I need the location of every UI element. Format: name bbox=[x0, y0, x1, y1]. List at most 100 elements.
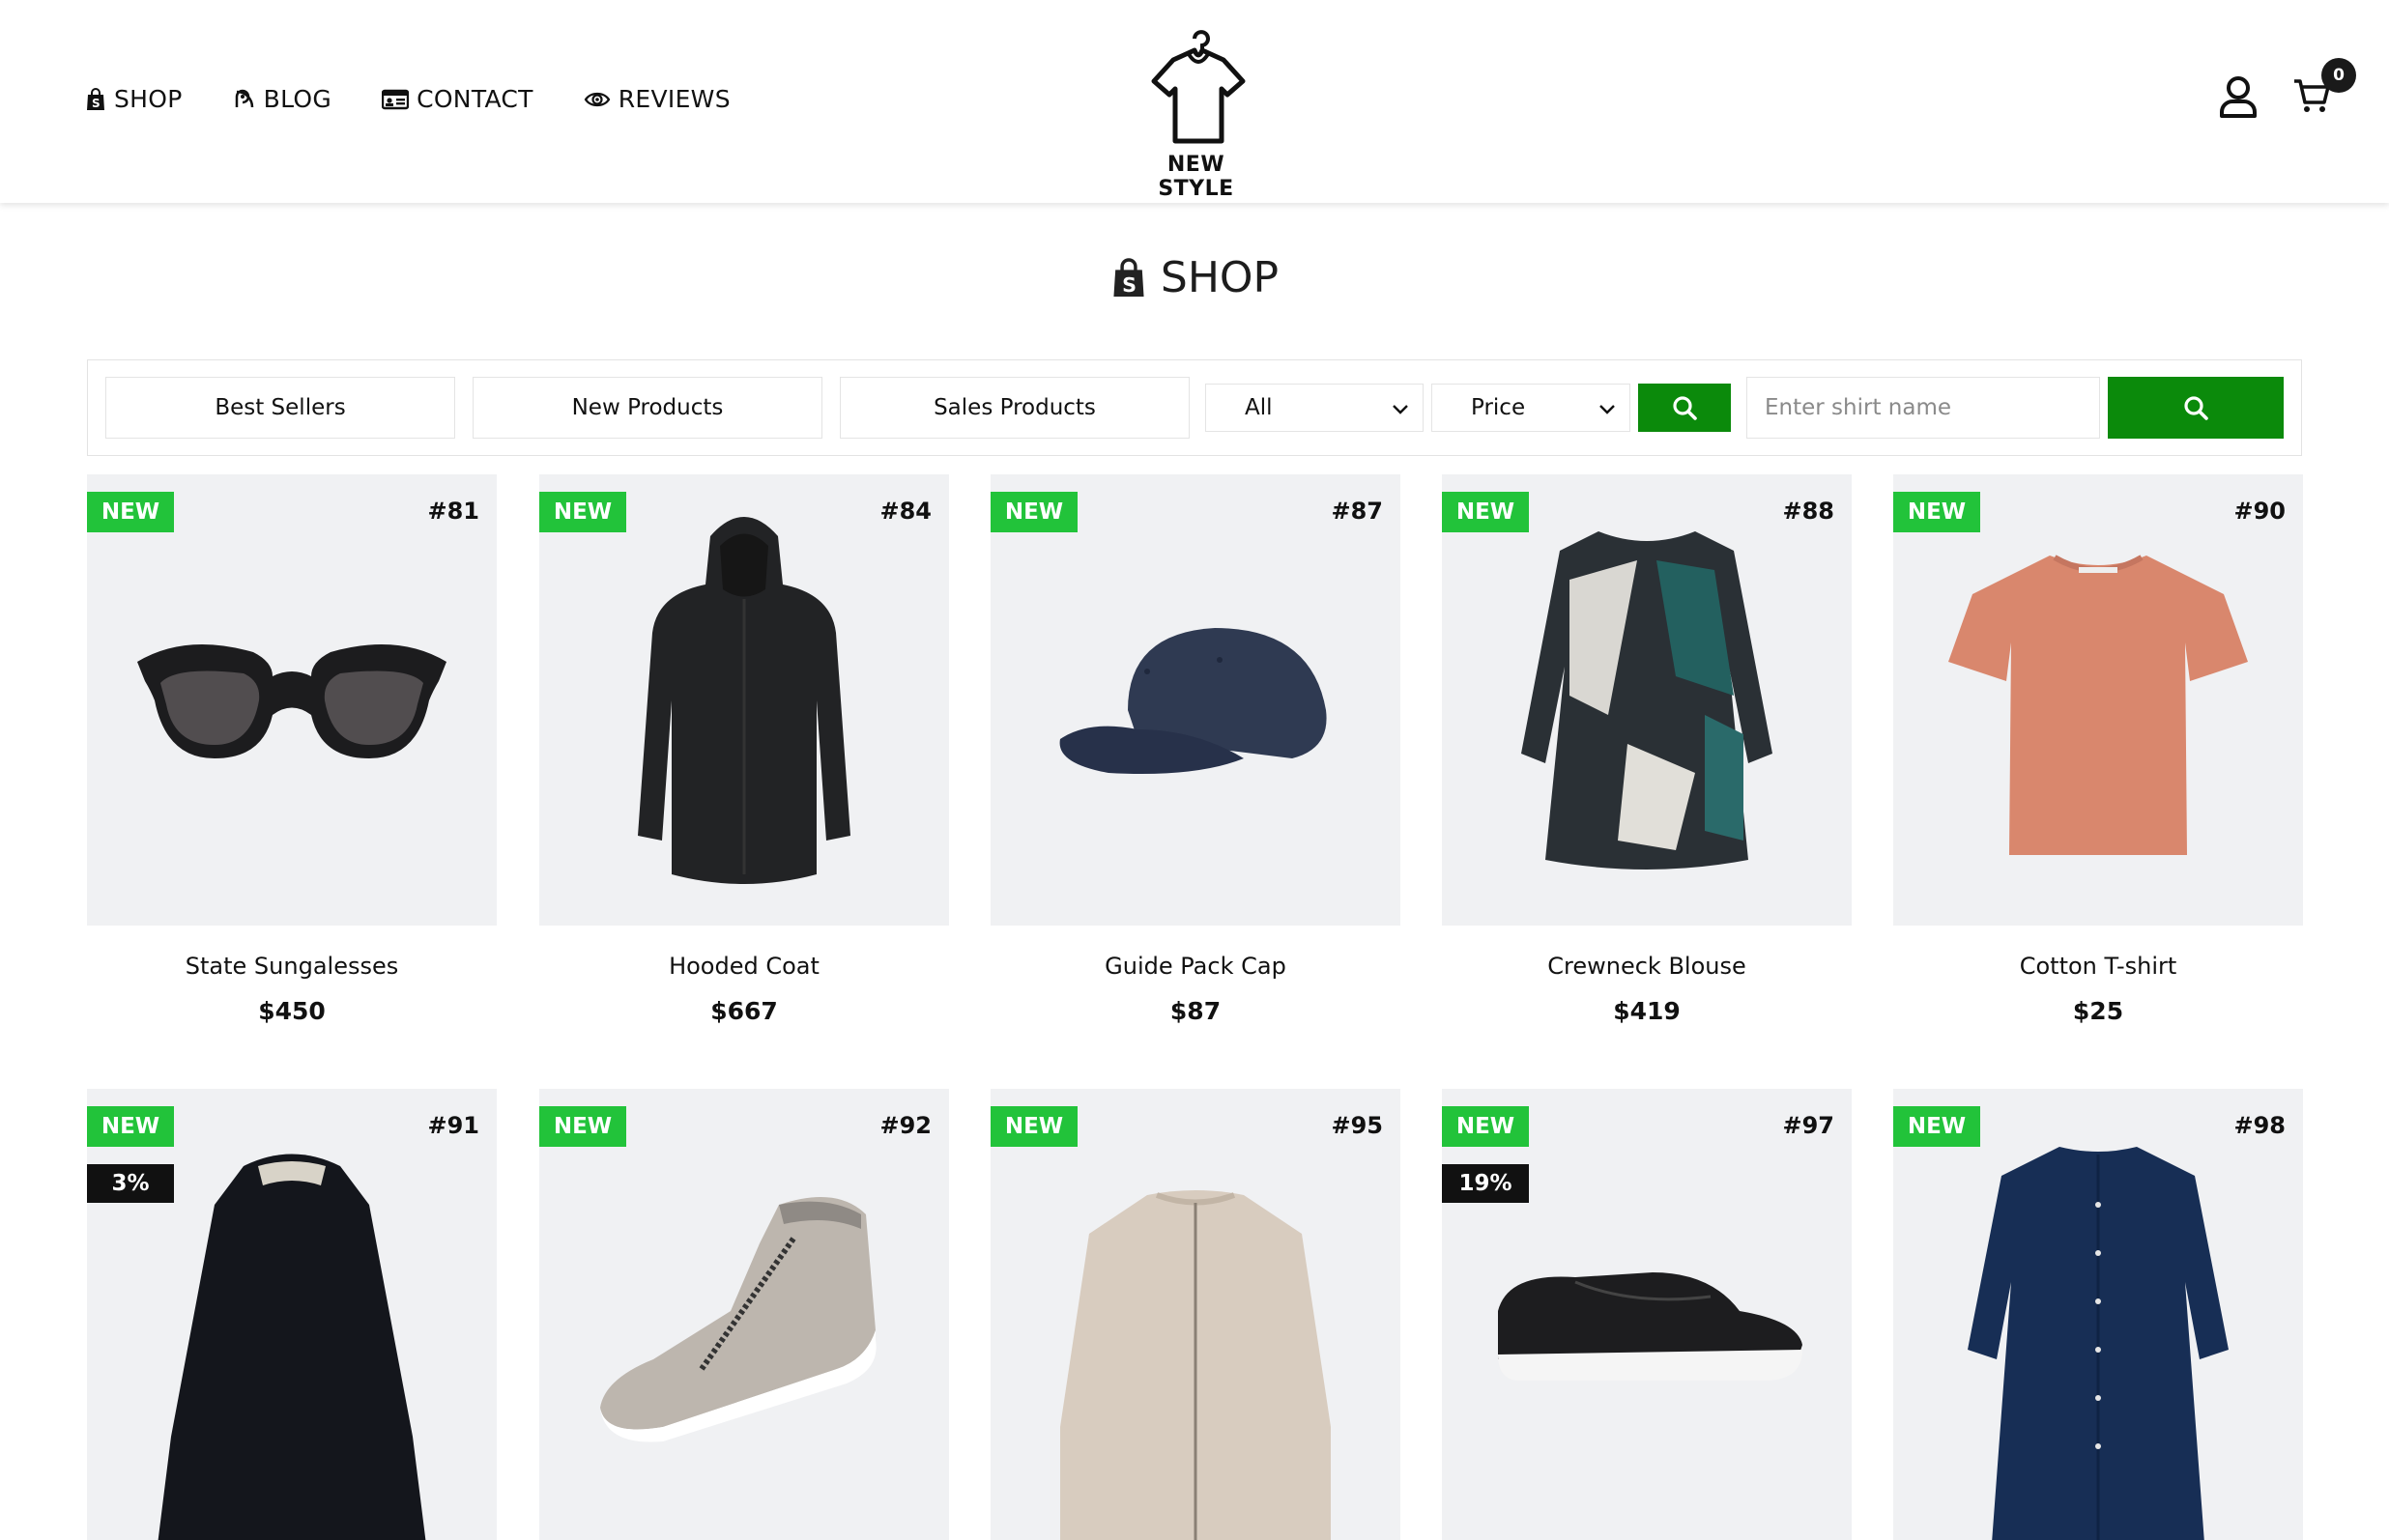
product-card[interactable]: NEW 3% #91 bbox=[87, 1089, 497, 1540]
shopify-bag-icon: S bbox=[1113, 257, 1144, 297]
filter-search-button[interactable] bbox=[1638, 384, 1731, 432]
sunglasses-image bbox=[137, 643, 446, 758]
hanger-shirt-icon bbox=[1151, 30, 1245, 144]
nav-blog[interactable]: BLOG bbox=[233, 85, 331, 113]
product-id: #81 bbox=[427, 498, 479, 525]
product-image-area[interactable]: NEW #95 bbox=[991, 1089, 1400, 1540]
product-price: $87 bbox=[1169, 997, 1222, 1025]
nav-contact[interactable]: CONTACT bbox=[382, 85, 533, 113]
page-title: S SHOP bbox=[0, 253, 2389, 302]
product-id: #84 bbox=[879, 498, 932, 525]
product-card[interactable]: NEW #92 bbox=[539, 1089, 949, 1540]
search-icon bbox=[2184, 396, 2208, 420]
eye-icon bbox=[584, 92, 611, 106]
product-card[interactable]: NEW #95 bbox=[991, 1089, 1400, 1540]
product-name[interactable]: Crewneck Blouse bbox=[1442, 953, 1852, 980]
product-image-area[interactable]: NEW 19% #97 bbox=[1442, 1089, 1852, 1540]
product-price: $450 bbox=[258, 997, 326, 1025]
cap-image bbox=[1059, 627, 1327, 774]
new-badge: NEW bbox=[1442, 1106, 1529, 1147]
product-card[interactable]: NEW 19% #97 bbox=[1442, 1089, 1852, 1540]
product-name[interactable]: Hooded Coat bbox=[539, 953, 949, 980]
new-badge: NEW bbox=[539, 492, 626, 532]
product-image-area[interactable]: NEW #92 bbox=[539, 1089, 949, 1540]
product-image-area[interactable]: NEW 3% #91 bbox=[87, 1089, 497, 1540]
tshirt-image bbox=[1948, 554, 2248, 855]
shirt-search-button[interactable] bbox=[2108, 377, 2284, 439]
product-price: $667 bbox=[710, 997, 778, 1025]
product-image-area[interactable]: NEW #84 bbox=[539, 474, 949, 926]
shirt-dress-image bbox=[1968, 1147, 2229, 1540]
product-price: $25 bbox=[2072, 997, 2124, 1025]
header-actions: 0 bbox=[2219, 58, 2356, 118]
product-id: #91 bbox=[427, 1112, 479, 1139]
price-select-value: Price bbox=[1471, 395, 1526, 420]
cart-count-badge: 0 bbox=[2321, 58, 2356, 93]
new-badge: NEW bbox=[1893, 492, 1980, 532]
sneaker-image bbox=[600, 1197, 877, 1442]
new-badge: NEW bbox=[539, 1106, 626, 1147]
product-id: #97 bbox=[1782, 1112, 1834, 1139]
svg-text:S: S bbox=[92, 97, 101, 110]
product-card[interactable]: NEW #90 Cotton T-shirt $25 bbox=[1893, 474, 2303, 1025]
product-name[interactable]: State Sungalesses bbox=[87, 953, 497, 980]
new-badge: NEW bbox=[991, 1106, 1078, 1147]
product-image-area[interactable]: NEW #88 bbox=[1442, 474, 1852, 926]
nav-contact-label: CONTACT bbox=[417, 85, 533, 113]
tab-new-products[interactable]: New Products bbox=[473, 377, 822, 439]
user-icon[interactable] bbox=[2219, 75, 2258, 118]
nav-shop[interactable]: S SHOP bbox=[85, 85, 183, 113]
cart-button[interactable]: 0 bbox=[2292, 58, 2356, 118]
product-card[interactable]: NEW #88 Crewneck Blouse $419 bbox=[1442, 474, 1852, 1025]
product-image-area[interactable]: NEW #90 bbox=[1893, 474, 2303, 926]
price-select[interactable]: Price bbox=[1431, 384, 1630, 432]
parka-image bbox=[158, 1154, 426, 1540]
product-id: #92 bbox=[879, 1112, 932, 1139]
product-image-area[interactable]: NEW #87 bbox=[991, 474, 1400, 926]
new-badge: NEW bbox=[991, 492, 1078, 532]
search-icon bbox=[1673, 396, 1697, 420]
product-card[interactable]: NEW #84 Hooded Coat $667 bbox=[539, 474, 949, 1025]
new-badge: NEW bbox=[87, 1106, 174, 1147]
tab-sales-products[interactable]: Sales Products bbox=[840, 377, 1190, 439]
main-nav: S SHOP BLOG CONTACT REVIEWS bbox=[85, 85, 781, 113]
blog-icon bbox=[235, 89, 253, 107]
product-id: #95 bbox=[1331, 1112, 1383, 1139]
contact-card-icon bbox=[382, 89, 410, 109]
category-select-value: All bbox=[1245, 395, 1273, 420]
shopify-bag-icon: S bbox=[87, 87, 104, 110]
product-id: #88 bbox=[1782, 498, 1834, 525]
product-id: #90 bbox=[2233, 498, 2286, 525]
brand-logo[interactable]: NEW STYLE bbox=[1126, 25, 1266, 201]
shirt-search-input[interactable] bbox=[1746, 377, 2100, 439]
hooded-coat-image bbox=[638, 516, 850, 884]
filter-bar: Best Sellers New Products Sales Products… bbox=[87, 359, 2302, 456]
nav-shop-label: SHOP bbox=[114, 85, 183, 113]
chevron-down-icon bbox=[1599, 405, 1615, 414]
svg-text:S: S bbox=[1122, 272, 1137, 296]
product-price: $419 bbox=[1613, 997, 1681, 1025]
nav-blog-label: BLOG bbox=[263, 85, 332, 113]
product-image-area[interactable]: NEW #81 bbox=[87, 474, 497, 926]
slip-on-shoe-image bbox=[1498, 1272, 1802, 1381]
brand-name: NEW STYLE bbox=[1158, 153, 1234, 201]
new-badge: NEW bbox=[1442, 492, 1529, 532]
chevron-down-icon bbox=[1393, 405, 1408, 414]
product-name[interactable]: Cotton T-shirt bbox=[1893, 953, 2303, 980]
product-card[interactable]: NEW #87 Guide Pack Cap $87 bbox=[991, 474, 1400, 1025]
category-select[interactable]: All bbox=[1205, 384, 1424, 432]
product-image-area[interactable]: NEW #98 bbox=[1893, 1089, 2303, 1540]
product-id: #87 bbox=[1331, 498, 1383, 525]
new-badge: NEW bbox=[87, 492, 174, 532]
discount-badge: 19% bbox=[1442, 1164, 1529, 1203]
blouse-image bbox=[1521, 530, 1772, 870]
product-card[interactable]: NEW #98 bbox=[1893, 1089, 2303, 1540]
bomber-jacket-image bbox=[1060, 1190, 1331, 1540]
site-header: S SHOP BLOG CONTACT REVIEWS NEW STYLE 0 bbox=[0, 0, 2389, 203]
page-title-text: SHOP bbox=[1160, 253, 1280, 302]
nav-reviews[interactable]: REVIEWS bbox=[584, 85, 731, 113]
product-card[interactable]: NEW #81 State Sungalesses $450 bbox=[87, 474, 497, 1025]
product-name[interactable]: Guide Pack Cap bbox=[991, 953, 1400, 980]
product-id: #98 bbox=[2233, 1112, 2286, 1139]
tab-best-sellers[interactable]: Best Sellers bbox=[105, 377, 455, 439]
